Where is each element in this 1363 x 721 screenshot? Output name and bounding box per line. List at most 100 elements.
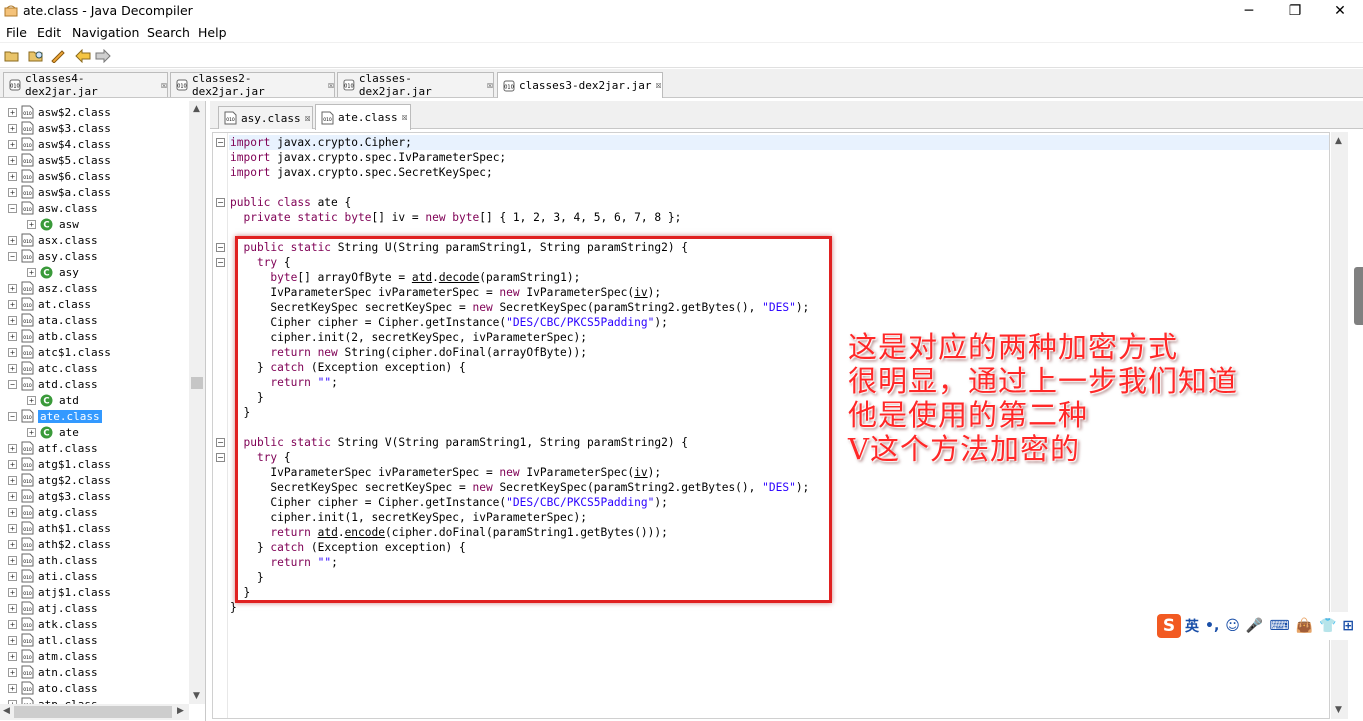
collapse-toggle-icon[interactable]: − xyxy=(8,251,17,261)
expand-toggle-icon[interactable]: + xyxy=(27,267,36,277)
back-button[interactable] xyxy=(74,47,92,65)
ime-skin-icon[interactable]: 👕 xyxy=(1319,618,1336,634)
tree-item-class[interactable]: +010 asx.class xyxy=(8,232,98,248)
paste-log-button[interactable] xyxy=(49,47,67,65)
fold-toggle-icon[interactable]: − xyxy=(216,243,225,252)
tree-item-type[interactable]: + Casw xyxy=(27,216,79,232)
fold-toggle-icon[interactable]: − xyxy=(216,138,225,147)
expand-toggle-icon[interactable]: + xyxy=(8,587,17,597)
expand-toggle-icon[interactable]: + xyxy=(8,123,17,133)
close-tab-icon[interactable]: ☒ xyxy=(328,80,334,91)
fold-toggle-icon[interactable]: − xyxy=(216,438,225,447)
tree-item-class[interactable]: +010 atg.class xyxy=(8,504,98,520)
forward-button[interactable] xyxy=(94,47,112,65)
ime-menu-icon[interactable]: ⊞ xyxy=(1342,618,1354,634)
expand-toggle-icon[interactable]: + xyxy=(27,219,36,229)
tree-item-class[interactable]: −010 ate.class xyxy=(8,408,102,424)
tree-item-class[interactable]: +010 atg$1.class xyxy=(8,456,111,472)
expand-toggle-icon[interactable]: + xyxy=(8,475,17,485)
fold-toggle-icon[interactable]: − xyxy=(216,453,225,462)
tree-vertical-scrollbar[interactable]: ▲ ▼ xyxy=(189,101,205,704)
expand-toggle-icon[interactable]: + xyxy=(8,571,17,581)
expand-toggle-icon[interactable]: + xyxy=(8,107,17,117)
tree-item-class[interactable]: +010 at.class xyxy=(8,296,91,312)
ime-punctuation-toggle[interactable]: •, xyxy=(1205,618,1219,634)
tree-item-class[interactable]: +010 atg$2.class xyxy=(8,472,111,488)
tree-item-class[interactable]: +010 ath$2.class xyxy=(8,536,111,552)
tree-item-class[interactable]: +010 atc.class xyxy=(8,360,98,376)
expand-toggle-icon[interactable]: + xyxy=(8,235,17,245)
open-file-button[interactable] xyxy=(3,47,21,65)
expand-toggle-icon[interactable]: + xyxy=(8,363,17,373)
expand-toggle-icon[interactable]: + xyxy=(8,619,17,629)
expand-toggle-icon[interactable]: + xyxy=(8,491,17,501)
tree-item-class[interactable]: +010 atc$1.class xyxy=(8,344,111,360)
expand-toggle-icon[interactable]: + xyxy=(8,331,17,341)
close-tab-icon[interactable]: ☒ xyxy=(487,80,493,91)
close-tab-icon[interactable]: ☒ xyxy=(655,80,661,91)
tree-item-class[interactable]: +010 ath.class xyxy=(8,552,98,568)
tree-item-class[interactable]: −010 atd.class xyxy=(8,376,98,392)
scroll-left-icon[interactable]: ◀ xyxy=(3,706,10,716)
ime-voice-icon[interactable]: 🎤 xyxy=(1246,618,1263,634)
tree-item-type[interactable]: + Catd xyxy=(27,392,79,408)
menu-search[interactable]: Search xyxy=(147,25,190,40)
tree-item-type[interactable]: + Casy xyxy=(27,264,79,280)
tree-item-class[interactable]: +010 atm.class xyxy=(8,648,98,664)
collapse-toggle-icon[interactable]: − xyxy=(8,203,17,213)
close-tab-icon[interactable]: ☒ xyxy=(161,80,167,91)
tree-item-class[interactable]: +010 asw$2.class xyxy=(8,104,111,120)
ime-toolbox-icon[interactable]: 👜 xyxy=(1296,618,1313,634)
scroll-thumb[interactable] xyxy=(191,377,203,389)
fold-toggle-icon[interactable]: − xyxy=(216,258,225,267)
collapse-toggle-icon[interactable]: − xyxy=(8,379,17,389)
tree-horizontal-scrollbar[interactable]: ◀ ▶ xyxy=(0,704,189,720)
tab-ate-class[interactable]: 010 ate.class ☒ xyxy=(315,104,411,130)
tree-item-class[interactable]: +010 ato.class xyxy=(8,680,98,696)
scroll-up-icon[interactable]: ▲ xyxy=(193,104,200,114)
restore-button[interactable]: ❐ xyxy=(1272,0,1318,22)
ime-keyboard-icon[interactable]: ⌨ xyxy=(1269,618,1289,634)
tree-item-class[interactable]: +010 atn.class xyxy=(8,664,98,680)
fold-toggle-icon[interactable]: − xyxy=(216,198,225,207)
expand-toggle-icon[interactable]: + xyxy=(8,187,17,197)
tree-item-class[interactable]: +010 ati.class xyxy=(8,568,98,584)
tree-item-class[interactable]: +010 atf.class xyxy=(8,440,98,456)
expand-toggle-icon[interactable]: + xyxy=(8,651,17,661)
tree-item-class[interactable]: +010 atg$3.class xyxy=(8,488,111,504)
collapse-toggle-icon[interactable]: − xyxy=(8,411,17,421)
tree-item-class[interactable]: −010 asw.class xyxy=(8,200,98,216)
expand-toggle-icon[interactable]: + xyxy=(8,155,17,165)
tree-item-class[interactable]: +010 atl.class xyxy=(8,632,98,648)
close-tab-icon[interactable]: ☒ xyxy=(305,113,311,124)
scroll-right-icon[interactable]: ▶ xyxy=(177,706,184,716)
expand-toggle-icon[interactable]: + xyxy=(8,555,17,565)
tree-item-class[interactable]: +010 ath$1.class xyxy=(8,520,111,536)
tree-item-class[interactable]: +010 asw$4.class xyxy=(8,136,111,152)
tree-item-type[interactable]: + Cate xyxy=(27,424,79,440)
tree-item-class[interactable]: −010 asy.class xyxy=(8,248,98,264)
tree-item-class[interactable]: +010 atb.class xyxy=(8,328,98,344)
tree-item-class[interactable]: +010 asw$6.class xyxy=(8,168,111,184)
minimize-button[interactable]: ─ xyxy=(1226,0,1272,22)
tree-item-class[interactable]: +010 atk.class xyxy=(8,616,98,632)
expand-toggle-icon[interactable]: + xyxy=(8,683,17,693)
expand-toggle-icon[interactable]: + xyxy=(8,507,17,517)
close-tab-icon[interactable]: ☒ xyxy=(402,112,408,123)
expand-toggle-icon[interactable]: + xyxy=(8,443,17,453)
expand-toggle-icon[interactable]: + xyxy=(8,139,17,149)
open-type-button[interactable] xyxy=(27,47,45,65)
expand-toggle-icon[interactable]: + xyxy=(8,315,17,325)
sogou-logo-icon[interactable]: S xyxy=(1157,614,1181,638)
tree-item-class[interactable]: +010 ata.class xyxy=(8,312,98,328)
tab-classes-dex2jar[interactable]: 010 classes-dex2jar.jar ☒ xyxy=(337,72,494,98)
scroll-down-icon[interactable]: ▼ xyxy=(1335,705,1342,715)
expand-toggle-icon[interactable]: + xyxy=(8,539,17,549)
menu-edit[interactable]: Edit xyxy=(37,25,61,40)
close-window-button[interactable]: ✕ xyxy=(1317,0,1363,22)
expand-toggle-icon[interactable]: + xyxy=(8,283,17,293)
expand-toggle-icon[interactable]: + xyxy=(8,667,17,677)
scroll-up-icon[interactable]: ▲ xyxy=(1335,136,1342,146)
menu-help[interactable]: Help xyxy=(198,25,227,40)
tree-item-class[interactable]: +010 asz.class xyxy=(8,280,98,296)
